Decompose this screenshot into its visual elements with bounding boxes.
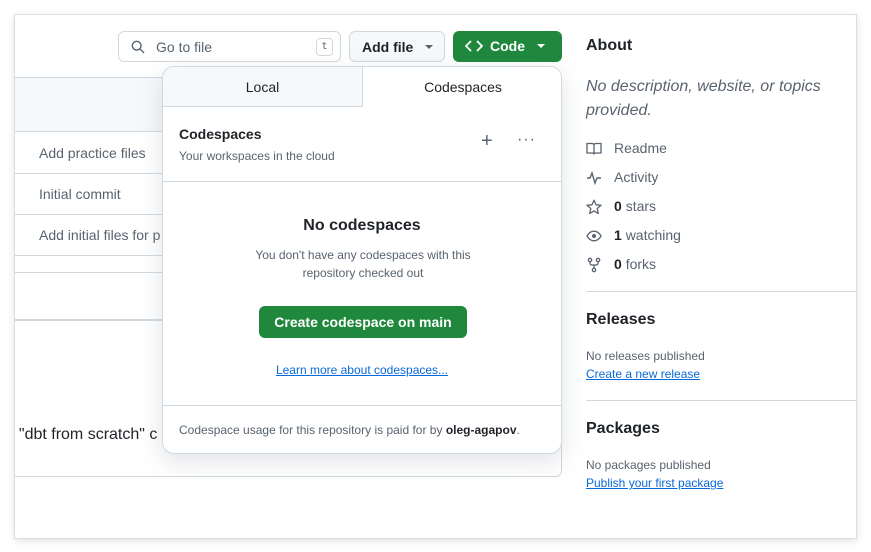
plus-icon[interactable]: + (481, 131, 493, 151)
search-icon (131, 40, 145, 54)
code-icon (465, 40, 483, 52)
learn-more-link[interactable]: Learn more about codespaces... (163, 363, 561, 377)
create-codespace-button[interactable]: Create codespace on main (259, 306, 467, 338)
tab-local[interactable]: Local (163, 67, 363, 107)
watching-label: watching (625, 227, 681, 243)
about-description: No description, website, or topics provi… (586, 78, 821, 119)
stars-label: stars (625, 198, 657, 214)
code-button[interactable]: Code (453, 31, 562, 62)
divider (163, 405, 561, 406)
packages-title[interactable]: Packages (586, 420, 660, 438)
readme-label: Readme (614, 140, 667, 156)
readme-text: f "dbt from scratch" c (15, 426, 158, 443)
chevron-down-icon (537, 44, 545, 48)
billing-owner: oleg-agapov (445, 423, 517, 437)
fork-icon (587, 257, 601, 273)
publish-package-link[interactable]: Publish your first package (586, 476, 723, 490)
eye-icon (586, 230, 602, 242)
code-dropdown: Local Codespaces Codespaces Your workspa… (162, 66, 562, 454)
about-title: About (586, 37, 633, 54)
divider (586, 400, 856, 401)
search-placeholder: Go to file (156, 39, 213, 55)
footer-text: Codespace usage for this repository is p… (179, 423, 446, 437)
search-shortcut-key: t (316, 38, 333, 56)
kebab-horizontal-icon[interactable]: ··· (517, 132, 536, 148)
empty-state-description: You don't have any codespaces with this … (255, 248, 471, 280)
footer-suffix: . (516, 423, 520, 437)
billing-footer: Codespace usage for this repository is p… (179, 423, 520, 437)
releases-empty-text: No releases published (586, 349, 705, 363)
empty-state-title: No codespaces (303, 217, 421, 234)
chevron-down-icon (425, 45, 433, 49)
codespaces-heading: Codespaces (179, 126, 262, 142)
forks-label: forks (625, 256, 657, 272)
pulse-icon (587, 170, 601, 186)
divider (163, 181, 561, 182)
commit-message[interactable]: Add practice files (39, 145, 146, 161)
commit-message[interactable]: Initial commit (39, 186, 121, 202)
packages-empty-text: No packages published (586, 458, 711, 472)
activity-label: Activity (614, 169, 659, 185)
stars-count: 0 (614, 198, 622, 214)
create-release-link[interactable]: Create a new release (586, 367, 700, 381)
go-to-file-search[interactable]: Go to file t (118, 31, 341, 62)
divider (586, 291, 856, 292)
star-icon (586, 199, 602, 215)
codespaces-subheading: Your workspaces in the cloud (179, 149, 335, 163)
add-file-button[interactable]: Add file (349, 31, 445, 62)
add-file-label: Add file (362, 39, 414, 55)
book-icon (586, 142, 602, 155)
forks-count: 0 (614, 256, 622, 272)
commit-message[interactable]: Add initial files for p (39, 227, 160, 243)
code-label: Code (490, 38, 525, 54)
repo-page: Go to file t Add file Code Add practice … (15, 15, 856, 538)
tab-codespaces[interactable]: Codespaces (363, 67, 561, 107)
watching-count: 1 (614, 227, 622, 243)
releases-title[interactable]: Releases (586, 311, 655, 329)
